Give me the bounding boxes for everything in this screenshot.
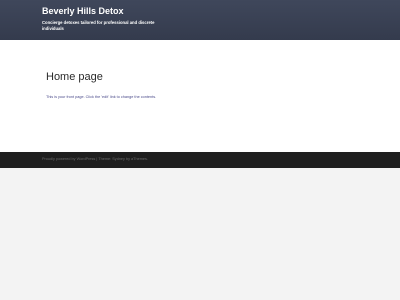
footer-credits: Proudly powered by WordPress | Theme: Sy… <box>42 157 148 161</box>
page-content: This is your front page. Click the 'edit… <box>46 95 157 99</box>
site-description: Concierge detoxes tailored for professio… <box>42 20 155 32</box>
site-header: Beverly Hills Detox Concierge detoxes ta… <box>0 0 400 40</box>
site-title-link[interactable]: Beverly Hills Detox <box>42 6 124 16</box>
content-area: Home page This is your front page. Click… <box>0 40 400 152</box>
page-title: Home page <box>46 71 103 83</box>
site-footer: Proudly powered by WordPress | Theme: Sy… <box>0 152 400 168</box>
